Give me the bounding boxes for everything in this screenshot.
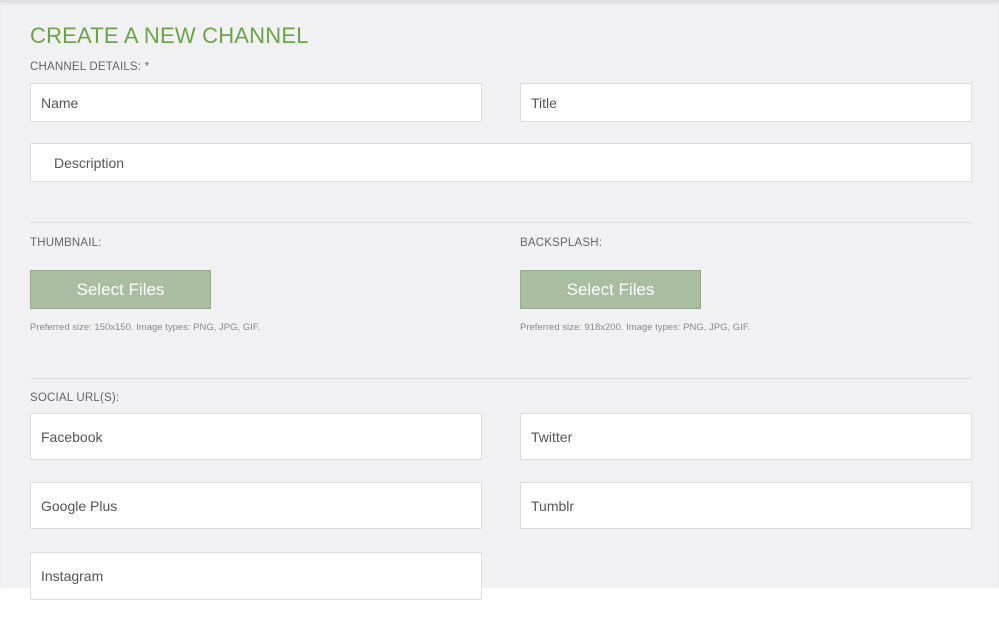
section-divider — [30, 222, 972, 223]
tumblr-input[interactable] — [520, 482, 972, 529]
thumbnail-select-files-button[interactable]: Select Files — [30, 270, 211, 309]
create-channel-panel: CREATE A NEW CHANNEL CHANNEL DETAILS: * … — [0, 0, 999, 600]
social-urls-label: SOCIAL URL(S): — [30, 392, 120, 404]
page-title: CREATE A NEW CHANNEL — [30, 23, 309, 48]
google-plus-input[interactable] — [30, 482, 482, 529]
section-divider — [30, 378, 972, 379]
backsplash-select-files-button[interactable]: Select Files — [520, 270, 701, 309]
channel-details-label: CHANNEL DETAILS: * — [30, 61, 150, 73]
description-input[interactable] — [30, 143, 972, 182]
instagram-input[interactable] — [30, 552, 482, 600]
thumbnail-label: THUMBNAIL: — [30, 237, 102, 249]
twitter-input[interactable] — [520, 413, 972, 460]
title-input[interactable] — [520, 83, 972, 122]
backsplash-label: BACKSPLASH: — [520, 237, 603, 249]
name-input[interactable] — [30, 83, 482, 122]
backsplash-hint: Preferred size: 918x200. Image types: PN… — [520, 322, 751, 333]
facebook-input[interactable] — [30, 413, 482, 460]
thumbnail-hint: Preferred size: 150x150. Image types: PN… — [30, 322, 261, 333]
